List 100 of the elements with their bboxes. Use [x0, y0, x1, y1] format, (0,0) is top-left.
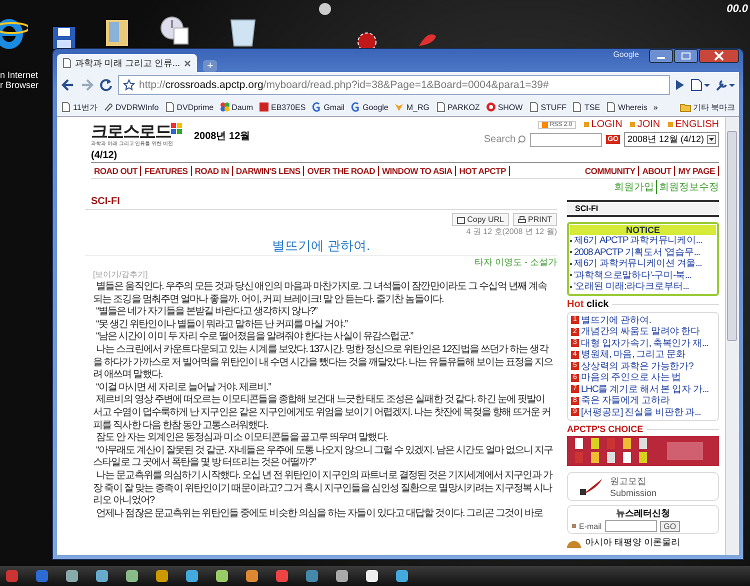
- issue-date: 2008년 12월: [194, 130, 250, 143]
- nav-link[interactable]: FEATURES: [141, 166, 192, 176]
- notice-title: NOTICE: [570, 225, 716, 235]
- app-icon[interactable]: [34, 568, 50, 584]
- section-title: SCI-FI: [85, 194, 557, 210]
- book-covers-banner[interactable]: [567, 436, 719, 466]
- header-link[interactable]: ENGLISH: [668, 119, 719, 130]
- dropdown-arrow-icon: [707, 135, 716, 144]
- page-menu-icon[interactable]: [690, 78, 710, 92]
- page-icon: [528, 102, 539, 112]
- search-field[interactable]: [530, 132, 602, 146]
- institute-link[interactable]: 아시아 태평양 이론물리: [585, 536, 680, 549]
- letter-g-icon: [350, 102, 361, 112]
- bookmark-item[interactable]: TSE: [572, 102, 600, 112]
- page-icon: [61, 102, 71, 112]
- page-icon: [436, 102, 446, 112]
- article-paragraph: 잠도 안 자는 외계인은 동정심과 미소 이모티콘들을 골고루 띄우며 말했다.: [95, 432, 389, 445]
- print-button[interactable]: PRINT: [513, 213, 557, 226]
- notice-item[interactable]: '과학책으로말하다'-구미-북...: [570, 270, 716, 281]
- tab-title: 과학과 미래 그리고 인류...: [75, 56, 180, 70]
- article-paragraph: “별들은 네가 자기들을 본받길 바란다고 생각하지 않나?”: [95, 306, 318, 319]
- scrollbar[interactable]: [725, 117, 739, 555]
- corner-label: Google: [613, 50, 639, 59]
- article-paragraph: “남은 시간이 이미 두 자리 수로 떨어졌음을 알려줘야 한다는 사실이 유감스럽군.”: [95, 331, 414, 344]
- reload-icon[interactable]: [99, 78, 113, 92]
- back-icon[interactable]: [61, 78, 75, 92]
- bookmark-item[interactable]: Daum: [220, 102, 253, 112]
- article-paragraph: 제르비의 영상 주변에 떠오르는 이모티콘들을 종합해 보건대 느긋한 태도 조성은 실패한 것 같다. 하긴 눈에 핏발이 서고 수염이 덥수룩하게 난 지구인은 같은 지구인에게도 위엄을 보이기 어렵겠지. 나는 찻잔에 목젖을 향해 뜨거운 커피를 직사한 다음 한참 동안 고통스러워했다.: [93, 394, 552, 432]
- notice-item[interactable]: 2008 APCTP 기획도서 '엽습무...: [570, 246, 716, 258]
- nav-link[interactable]: ABOUT: [639, 166, 676, 176]
- clock-text: 00.0: [726, 3, 748, 15]
- nav-link[interactable]: WINDOW TO ASIA: [379, 166, 456, 176]
- wrench-icon[interactable]: [715, 78, 735, 92]
- paperclip-icon: [103, 102, 114, 112]
- article-paragraph: 나는 문교측위를 의심하기 시작했다. 오십 년 전 위탄인이 지구인의 파트너로 결정된 것은 기지세계에서 지구인과 가장 죽이 잘 맞는 종족이 위탄인이기 때문이라고? 그거 혹시 지구인들을 심인성 질환으로 멸망시키려는 지구정복 시나리오 아니었어?: [93, 470, 554, 508]
- copy-url-button[interactable]: Copy URL: [452, 213, 509, 226]
- page-icon: [63, 58, 71, 68]
- nav-link[interactable]: DARWIN'S LENS: [232, 166, 304, 176]
- maximize-icon[interactable]: [674, 49, 698, 63]
- article-paragraph: “아무래도 계산이 잘못된 것 같군. 자네들은 우주에 도통 나오지 않으니 그럴 수 있겠지. 남은 시간도 얼마 없으니 지구 스타일로 그 곳에서 폭탄을 몇 방 터뜨리는 것은 어떨까?”: [93, 444, 554, 470]
- article-paragraph: 언제나 점잖은 문교측위는 위탄인들 중에도 비슷한 의심을 하는 자들이 있다고 대답할 것이다. 그리곤 그것이 바로: [95, 508, 544, 520]
- nav-link[interactable]: HOT APCTP: [456, 166, 510, 176]
- newsletter-title: 뉴스레터신청: [615, 507, 671, 520]
- clock-icon: [160, 14, 190, 46]
- notice-item[interactable]: 제6기 APCTP 과학커뮤니케이...: [570, 235, 716, 246]
- other-bookmarks-button[interactable]: 기타 북마크: [680, 102, 735, 112]
- bookmark-item[interactable]: M_RG: [394, 102, 430, 112]
- flower-icon: [220, 102, 230, 112]
- bookmark-item[interactable]: Gmail: [312, 102, 345, 112]
- nav-link[interactable]: OVER THE ROAD: [304, 166, 379, 176]
- search-label: Search: [484, 134, 526, 145]
- address-bar[interactable]: http://crossroads.apctp.org/myboard/read.php?id=38&Page=1&Board=0004&para1=39#: [118, 75, 670, 95]
- header-link[interactable]: JOIN: [630, 119, 660, 130]
- choice-title: APCTP'S CHOICE: [567, 424, 644, 434]
- nav-link[interactable]: COMMUNITY: [582, 166, 640, 176]
- member-link[interactable]: 회원가입: [614, 180, 654, 194]
- nav-link[interactable]: MY PAGE: [675, 166, 719, 176]
- folder-icon: [680, 102, 691, 112]
- search-icon: [516, 135, 526, 144]
- printer-icon: [518, 216, 526, 224]
- url-text: http://crossroads.apctp.org/myboard/read.php?id=38&Page=1&Board=0004&para1=39#: [139, 79, 549, 91]
- article-paragraph: 별들은 움직인다. 우주의 모든 것과 당신 애인의 마음과 마찬가지로. 그 녀석들이 잠깐만이라도 그 수십억 년째 계속되는 조깅을 멈춰주면 얼마나 좋을까. 어이, 커피 브레이크! 말 안 듣는다. 줄기찬 놈들이다.: [93, 281, 548, 306]
- go-icon[interactable]: [675, 79, 685, 91]
- more-bookmarks-button[interactable]: »: [653, 102, 658, 112]
- bookmark-item[interactable]: EB370ES: [258, 102, 306, 112]
- desktop-icon-label[interactable]: n Internet r Browser: [0, 70, 39, 90]
- bookmark-item[interactable]: Whereis: [606, 102, 648, 112]
- email-field[interactable]: [604, 520, 657, 532]
- notice-item[interactable]: 제6기 과학커뮤니케이션 겨울...: [570, 258, 716, 270]
- bookmark-item[interactable]: DVDRWInfo: [103, 102, 159, 112]
- member-link[interactable]: 회원정보수정: [656, 180, 719, 194]
- issue-dropdown[interactable]: 2008년 12월 (4/12): [624, 132, 719, 147]
- article-paragraph: “못 생긴 위탄인이나 별들이 뭐라고 말하든 난 커피를 마실 거야.”: [95, 318, 349, 332]
- minimize-icon[interactable]: [649, 49, 673, 63]
- bookmark-item[interactable]: Google: [350, 102, 388, 112]
- article-paragraph: 나는 스크린에서 카운트다운되고 있는 시계를 보았다. 137시간. 멍한 정신으로 위탄인은 12진법을 쓰던가 하는 생각을 하다가 가까스로 저 빌어먹을 위탄인이 내 수면 시간을 뺐다는 것을 깨달았다. 나는 유들유들해 보이는 표정을 지으려 애쓰며 말했다.: [93, 344, 554, 382]
- nav-link[interactable]: ROAD IN: [192, 166, 233, 176]
- author-byline: 타자 이영도 - 소설가: [85, 255, 557, 269]
- close-icon[interactable]: [699, 49, 739, 63]
- site-logo[interactable]: 크로스로드: [91, 123, 182, 140]
- bookmark-item[interactable]: SHOW: [486, 102, 523, 112]
- bookmark-item[interactable]: 11번가: [61, 102, 98, 112]
- issue-volume: 4 권 12 호(2008 년 12 월): [465, 226, 557, 237]
- app-icon[interactable]: [4, 568, 20, 584]
- hot-click-title: Hot click: [567, 298, 609, 310]
- sidebar-section-title: SCI-FI: [567, 200, 719, 217]
- browser-tab[interactable]: 과학과 미래 그리고 인류...: [57, 54, 198, 72]
- submission-card[interactable]: 원고모집 Submission: [567, 472, 719, 501]
- email-go-button[interactable]: GO: [660, 520, 680, 532]
- submission-title: 원고모집: [610, 475, 647, 488]
- notice-item[interactable]: '오래된 미래:라다크로부터...: [570, 281, 716, 292]
- nav-link[interactable]: ROAD OUT: [91, 166, 142, 176]
- clipboard-icon: [457, 216, 466, 224]
- bookmark-item[interactable]: STUFF: [528, 102, 566, 112]
- header-link[interactable]: LOGIN: [584, 119, 622, 130]
- article-title: 별뜨기에 관하여.: [270, 237, 372, 255]
- page-icon: [164, 102, 175, 112]
- quill-pen-icon: [578, 476, 604, 496]
- bookmark-item[interactable]: PARKOZ: [436, 102, 480, 112]
- bookmark-item[interactable]: DVDprime: [164, 102, 214, 112]
